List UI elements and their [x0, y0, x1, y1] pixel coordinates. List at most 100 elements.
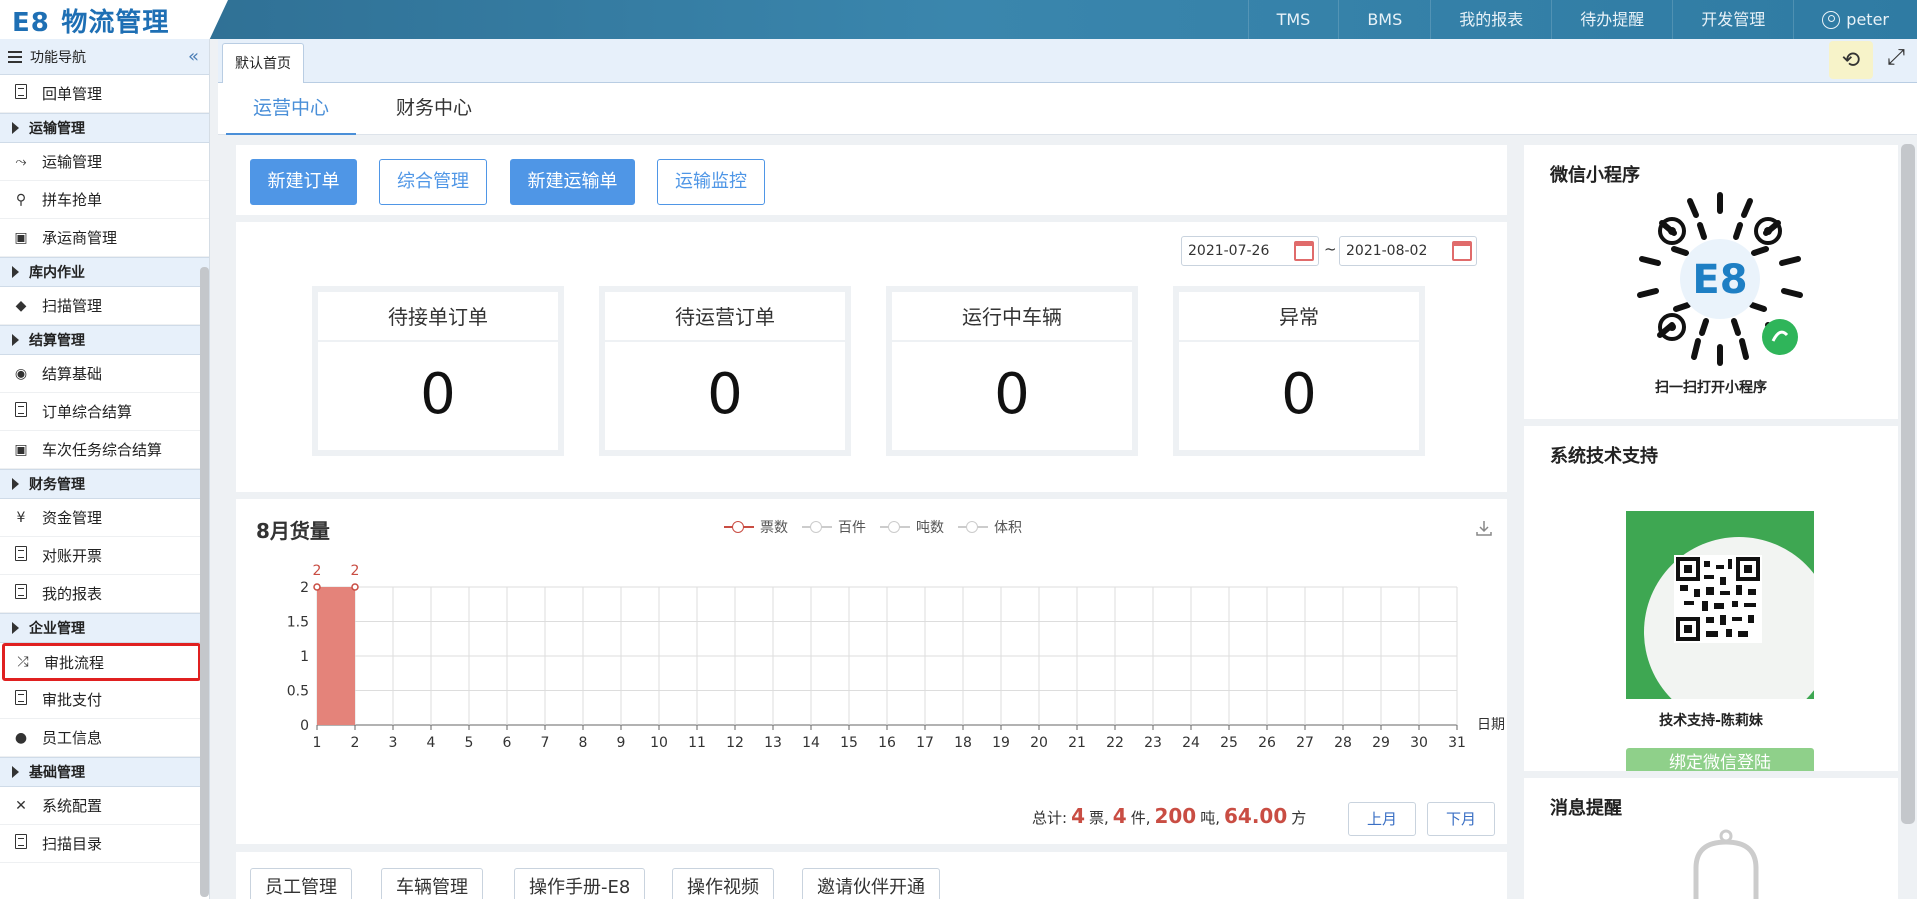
messages-panel: 消息提醒 [1524, 778, 1898, 899]
sidebar-group[interactable]: 基础管理 [0, 757, 209, 787]
caret-right-icon [12, 478, 19, 490]
new-order-button[interactable]: 新建订单 [250, 159, 357, 205]
x-tick-label: 27 [1296, 735, 1314, 751]
sidebar-item[interactable]: ▣ 车次任务综合结算 [0, 431, 209, 469]
stat-title: 待运营订单 [605, 292, 845, 342]
x-tick-label: 16 [878, 735, 896, 751]
x-tick-label: 13 [764, 735, 782, 751]
user-menu[interactable]: peter [1793, 0, 1917, 39]
top-nav-tms[interactable]: TMS [1247, 0, 1339, 39]
sidebar-item[interactable]: ● 员工信息 [0, 719, 209, 757]
sidebar-label: 资金管理 [42, 509, 103, 527]
legend-tons[interactable]: 吨数 [880, 517, 944, 537]
x-tick-label: 12 [726, 735, 744, 751]
sidebar-group[interactable]: 企业管理 [0, 613, 209, 643]
new-shipment-button[interactable]: 新建运输单 [510, 159, 635, 205]
top-header: E8 物流管理 TMS BMS 我的报表 待办提醒 开发管理 peter [0, 0, 1917, 39]
collapse-icon[interactable]: « [188, 46, 199, 67]
legend-label: 体积 [994, 520, 1022, 536]
sidebar-item[interactable]: ⤳ 运输管理 [0, 143, 209, 181]
legend-tickets[interactable]: 票数 [724, 517, 788, 537]
top-nav-dev[interactable]: 开发管理 [1672, 0, 1793, 39]
x-tick-label: 18 [954, 735, 972, 751]
legend-marker [802, 521, 832, 533]
tab-home[interactable]: 默认首页 [222, 43, 304, 84]
tickets-unit: 票, [1088, 809, 1109, 827]
caret-right-icon [12, 334, 19, 346]
logo[interactable]: E8 物流管理 [12, 2, 169, 39]
sidebar-item[interactable]: ◆ 扫描管理 [0, 287, 209, 325]
doc-icon [12, 690, 30, 709]
quick-employee-management[interactable]: 员工管理 [250, 868, 352, 899]
sidebar-item[interactable]: ⚲ 拼车抢单 [0, 181, 209, 219]
sidebar-scrollbar[interactable] [200, 267, 209, 897]
tab-operations-center[interactable]: 运营中心 [226, 83, 356, 135]
legend-volume[interactable]: 体积 [958, 517, 1022, 537]
total-tons: 200 [1154, 804, 1197, 828]
stat-card-pending-accept[interactable]: 待接单订单 0 [312, 286, 564, 456]
y-tick-label: 2 [300, 580, 309, 596]
stat-card-vehicles-running[interactable]: 运行中车辆 0 [886, 286, 1138, 456]
start-date-input[interactable]: 2021-07-26 [1181, 236, 1319, 266]
legend-pieces[interactable]: 百件 [802, 517, 866, 537]
miniapp-panel: 微信小程序 E8 扫一扫打开小程序 [1524, 145, 1898, 419]
sidebar-item[interactable]: ¥ 资金管理 [0, 499, 209, 537]
sidebar-item[interactable]: ▣ 承运商管理 [0, 219, 209, 257]
top-nav-todo[interactable]: 待办提醒 [1551, 0, 1672, 39]
sidebar-item[interactable]: 扫描目录 [0, 825, 209, 863]
sidebar-group[interactable]: 库内作业 [0, 257, 209, 287]
next-month-button[interactable]: 下月 [1427, 802, 1496, 836]
end-date-input[interactable]: 2021-08-02 [1339, 236, 1477, 266]
quick-invite-partner[interactable]: 邀请伙伴开通 [802, 868, 940, 899]
doc-icon [12, 402, 30, 421]
sidebar-item[interactable]: 回单管理 [0, 75, 209, 113]
logo-text: 物流管理 [61, 8, 170, 38]
calendar-icon[interactable] [1294, 241, 1314, 261]
caret-right-icon [12, 122, 19, 134]
refresh-button[interactable]: ⟲ [1829, 41, 1873, 79]
x-tick-label: 19 [992, 735, 1010, 751]
sidebar-item[interactable]: 订单综合结算 [0, 393, 209, 431]
sidebar-group[interactable]: 财务管理 [0, 469, 209, 499]
doc-icon [12, 834, 30, 853]
stat-card-pending-operation[interactable]: 待运营订单 0 [599, 286, 851, 456]
download-icon[interactable] [1475, 519, 1493, 537]
sidebar-group[interactable]: 运输管理 [0, 113, 209, 143]
sidebar-label: 承运商管理 [42, 229, 118, 247]
transport-monitor-button[interactable]: 运输监控 [657, 159, 765, 205]
yen-icon: ¥ [16, 509, 26, 526]
fullscreen-button[interactable]: ⤢ [1883, 45, 1909, 71]
sidebar-label: 审批支付 [42, 691, 103, 709]
x-tick-label: 26 [1258, 735, 1276, 751]
calendar-icon[interactable] [1452, 241, 1472, 261]
sidebar-item[interactable]: ◉ 结算基础 [0, 355, 209, 393]
top-nav-bms[interactable]: BMS [1338, 0, 1430, 39]
top-nav-reports[interactable]: 我的报表 [1430, 0, 1551, 39]
sidebar-item[interactable]: 审批支付 [0, 681, 209, 719]
x-tick-label: 31 [1448, 735, 1466, 751]
quick-vehicle-management[interactable]: 车辆管理 [381, 868, 483, 899]
quick-videos[interactable]: 操作视频 [672, 868, 774, 899]
totals-label: 总计: [1032, 809, 1068, 827]
volume-chart: 00.511.521 2 3 4 5 6 7 8 9 10 11 12 13 14 15 16 17 18 19 20… [287, 563, 1505, 751]
sidebar-group[interactable]: 结算管理 [0, 325, 209, 355]
quick-manual[interactable]: 操作手册-E8 [514, 868, 646, 899]
chart-legend: 票数 百件 吨数 体积 [724, 517, 1022, 537]
sidebar-item[interactable]: ⤮ 审批流程 [2, 643, 201, 681]
tab-finance-center[interactable]: 财务中心 [374, 83, 494, 135]
sidebar-label: 扫描管理 [42, 297, 103, 315]
bind-wechat-button[interactable]: 绑定微信登陆 [1626, 748, 1814, 771]
main-scrollbar[interactable] [1901, 144, 1915, 824]
start-date-value: 2021-07-26 [1188, 243, 1270, 259]
sidebar-item[interactable]: 我的报表 [0, 575, 209, 613]
center-tabs: 运营中心 财务中心 [218, 83, 1917, 135]
messages-title: 消息提醒 [1550, 798, 1622, 819]
sidebar-item[interactable]: ✕ 系统配置 [0, 787, 209, 825]
sidebar-label: 企业管理 [29, 621, 85, 637]
prev-month-button[interactable]: 上月 [1348, 802, 1417, 836]
stat-card-exceptions[interactable]: 异常 0 [1173, 286, 1425, 456]
sidebar-header: 功能导航 « [0, 39, 209, 75]
sidebar-item[interactable]: 对账开票 [0, 537, 209, 575]
general-management-button[interactable]: 综合管理 [379, 159, 487, 205]
logo-area: E8 物流管理 [0, 0, 228, 39]
